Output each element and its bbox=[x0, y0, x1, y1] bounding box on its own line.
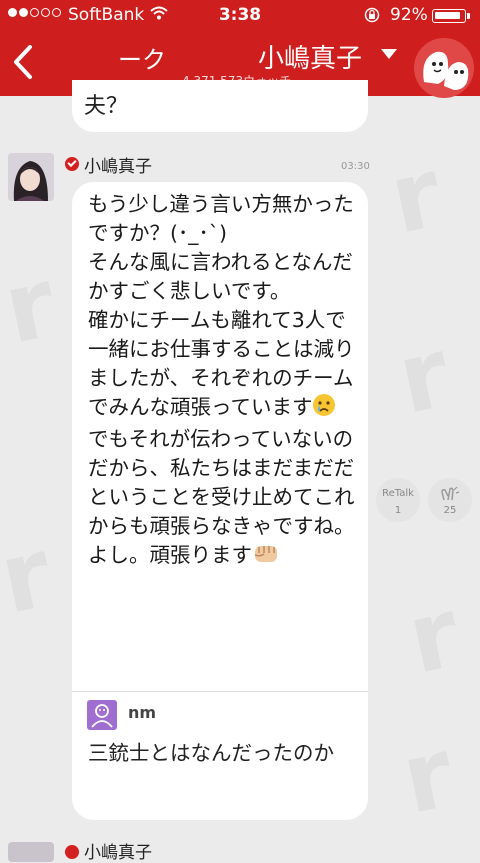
battery-icon bbox=[432, 9, 466, 23]
message-text: もう少し違う言い方無かったですか？(･_･`) そんな風に言われるとなんだかすご… bbox=[88, 192, 355, 419]
battery-percent: 92% bbox=[390, 5, 428, 25]
quote-user-avatar[interactable] bbox=[87, 700, 117, 730]
message-body: もう少し違う言い方無かったですか？(･_･`) そんな風に言われるとなんだかすご… bbox=[88, 190, 366, 573]
crying-face-emoji bbox=[312, 393, 336, 425]
battery-tip bbox=[467, 13, 470, 19]
fist-bump-emoji bbox=[252, 541, 280, 573]
next-post-author[interactable]: 小嶋真子 bbox=[84, 838, 152, 863]
lock-rotation-icon bbox=[364, 7, 380, 23]
watermark: r bbox=[393, 716, 463, 835]
quote-text: 三銃士とはなんだったのか bbox=[88, 741, 334, 765]
message-text-continued: でもそれが伝わっていないのだから、私たちはまだまだだということを受け止めてこれか… bbox=[88, 427, 355, 567]
header-title: ーク bbox=[118, 46, 166, 74]
avatar[interactable] bbox=[8, 153, 54, 201]
clap-button[interactable]: 25 bbox=[428, 478, 472, 522]
post-timestamp: 03:30 bbox=[341, 161, 370, 172]
quote-username[interactable]: nm bbox=[128, 703, 156, 722]
watermark: r bbox=[381, 136, 451, 255]
status-bar: SoftBank 3:38 92% bbox=[0, 0, 480, 30]
retalk-count: 1 bbox=[394, 505, 402, 516]
watermark: r bbox=[389, 316, 459, 435]
post-author[interactable]: 小嶋真子 bbox=[84, 152, 152, 177]
mascot-menu-icon[interactable] bbox=[414, 38, 474, 98]
clap-count: 25 bbox=[443, 505, 457, 516]
verified-badge-icon bbox=[65, 845, 79, 859]
member-name-selector[interactable]: 小嶋真子 bbox=[258, 38, 362, 75]
watermark: r bbox=[0, 246, 64, 365]
next-post-avatar[interactable] bbox=[8, 842, 54, 862]
quote-divider bbox=[72, 691, 368, 692]
watermark: r bbox=[399, 576, 469, 695]
clap-icon bbox=[441, 486, 460, 501]
previous-message-text: 夫？ bbox=[84, 94, 129, 119]
back-chevron-icon[interactable] bbox=[8, 42, 38, 82]
dropdown-caret-icon[interactable] bbox=[380, 48, 398, 60]
verified-badge-icon bbox=[65, 157, 79, 171]
retalk-button[interactable]: ReTalk 1 bbox=[376, 478, 420, 522]
watermark: r bbox=[0, 516, 60, 635]
retalk-label: ReTalk bbox=[382, 488, 414, 499]
